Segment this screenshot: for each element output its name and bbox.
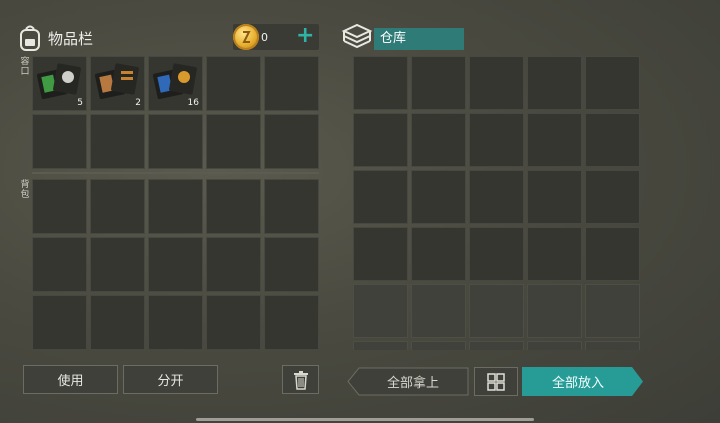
- warehouse-slot[interactable]: [353, 113, 408, 167]
- inventory-slot[interactable]: [206, 56, 261, 111]
- backpack-icon: [20, 25, 40, 51]
- inventory-slot[interactable]: 16: [148, 56, 203, 111]
- warehouse-grid: [353, 56, 640, 350]
- warehouse-slot[interactable]: [411, 227, 466, 281]
- backpack-slot[interactable]: [32, 295, 87, 350]
- backpack-slot[interactable]: [206, 237, 261, 292]
- backpack-slot[interactable]: [148, 179, 203, 234]
- item-quantity: 16: [187, 98, 199, 108]
- warehouse-slot-locked: [353, 284, 408, 338]
- backpack-label: 背包: [20, 180, 30, 200]
- backpack-slot[interactable]: [90, 237, 145, 292]
- warehouse-slot[interactable]: [527, 170, 582, 224]
- backpack-slot[interactable]: [206, 179, 261, 234]
- backpack-slot[interactable]: [206, 295, 261, 350]
- container-grid: 5 2 16: [32, 56, 319, 169]
- inventory-slot[interactable]: [148, 114, 203, 169]
- warehouse-slot-locked: [527, 284, 582, 338]
- warehouse-slot-locked: [585, 341, 640, 350]
- put-all-button[interactable]: 全部放入: [522, 367, 634, 396]
- warehouse-slot[interactable]: [353, 56, 408, 110]
- add-currency-button[interactable]: +: [296, 25, 314, 47]
- take-all-button[interactable]: 全部拿上: [358, 367, 468, 396]
- warehouse-slot[interactable]: [353, 170, 408, 224]
- coin-icon: [233, 24, 259, 50]
- warehouse-slot[interactable]: [585, 170, 640, 224]
- trash-icon: [293, 370, 308, 390]
- split-button[interactable]: 分开: [123, 365, 218, 394]
- home-indicator[interactable]: [196, 418, 534, 421]
- warehouse-slot[interactable]: [353, 227, 408, 281]
- container-label: 容口: [20, 57, 30, 77]
- backpack-slot[interactable]: [148, 295, 203, 350]
- warehouse-slot[interactable]: [411, 113, 466, 167]
- warehouse-slot[interactable]: [411, 56, 466, 110]
- warehouse-slot-locked: [527, 341, 582, 350]
- warehouse-slot-locked: [585, 284, 640, 338]
- warehouse-slot[interactable]: [585, 56, 640, 110]
- warehouse-icon: [341, 23, 373, 49]
- warehouse-slot-locked: [411, 284, 466, 338]
- sort-grid-icon: [487, 372, 505, 391]
- green-book-icon: [37, 63, 81, 100]
- warehouse-slot[interactable]: [585, 227, 640, 281]
- backpack-slot[interactable]: [90, 295, 145, 350]
- use-button[interactable]: 使用: [23, 365, 118, 394]
- warehouse-slot[interactable]: [527, 113, 582, 167]
- trash-button[interactable]: [282, 365, 319, 394]
- warehouse-slot[interactable]: [469, 170, 524, 224]
- inventory-slot[interactable]: [206, 114, 261, 169]
- warehouse-slot[interactable]: [469, 227, 524, 281]
- item-quantity: 2: [135, 98, 141, 108]
- inventory-slot[interactable]: [264, 114, 319, 169]
- warehouse-slot[interactable]: [469, 113, 524, 167]
- warehouse-slot-locked: [469, 341, 524, 350]
- inventory-header: 物品栏: [18, 22, 93, 54]
- backpack-slot[interactable]: [32, 179, 87, 234]
- backpack-slot[interactable]: [148, 237, 203, 292]
- sort-button[interactable]: [474, 367, 518, 396]
- inventory-slot[interactable]: [32, 114, 87, 169]
- inventory-slot[interactable]: 2: [90, 56, 145, 111]
- warehouse-slot[interactable]: [527, 56, 582, 110]
- warehouse-slot-locked: [411, 341, 466, 350]
- warehouse-slot[interactable]: [585, 113, 640, 167]
- inventory-slot[interactable]: 5: [32, 56, 87, 111]
- blue-book-icon: [153, 63, 197, 100]
- backpack-slot[interactable]: [264, 295, 319, 350]
- warehouse-slot[interactable]: [411, 170, 466, 224]
- backpack-slot[interactable]: [32, 237, 87, 292]
- backpack-slot[interactable]: [90, 179, 145, 234]
- inventory-slot[interactable]: [264, 56, 319, 111]
- currency-amount: 0: [261, 31, 268, 44]
- brown-book-icon: [95, 63, 139, 100]
- backpack-slot[interactable]: [264, 237, 319, 292]
- item-quantity: 5: [77, 98, 83, 108]
- section-divider: [32, 172, 319, 174]
- warehouse-title: 仓库: [374, 28, 464, 50]
- warehouse-slot-locked: [469, 284, 524, 338]
- backpack-slot[interactable]: [264, 179, 319, 234]
- backpack-grid: [32, 179, 319, 351]
- warehouse-slot[interactable]: [527, 227, 582, 281]
- inventory-title: 物品栏: [48, 29, 94, 48]
- inventory-slot[interactable]: [90, 114, 145, 169]
- warehouse-slot[interactable]: [469, 56, 524, 110]
- warehouse-slot-locked: [353, 341, 408, 350]
